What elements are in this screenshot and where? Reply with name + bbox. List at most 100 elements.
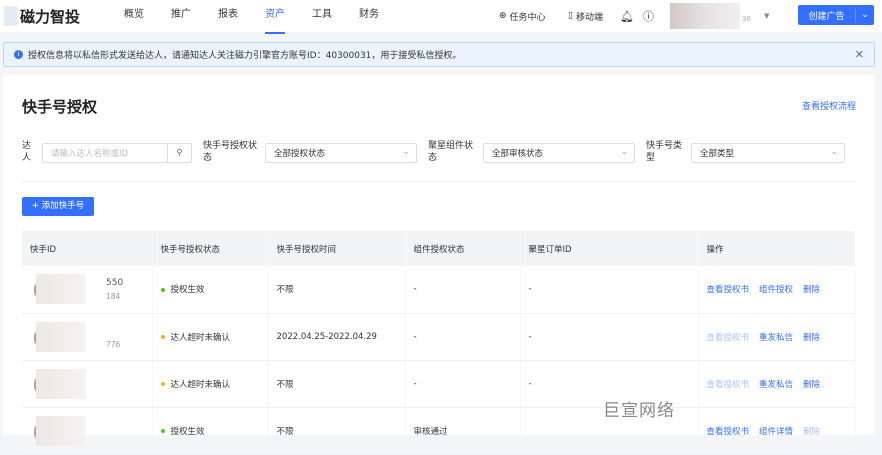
blurred-name: [36, 274, 86, 304]
nav-item[interactable]: 资产: [265, 0, 285, 34]
order-cell: -: [520, 266, 699, 314]
status-cell: 授权生效: [152, 266, 269, 314]
mobile-button[interactable]: ▯ 移动端: [568, 0, 603, 32]
nav-item[interactable]: 财务: [359, 0, 379, 32]
id-cell: 776: [22, 313, 153, 361]
component-cell: -: [405, 313, 521, 361]
nav-item[interactable]: 推广: [171, 0, 191, 32]
info-alert: i 授权信息将以私信形式发送给达人，请通知达人关注磁力引擎官方账号ID：4030…: [3, 42, 875, 67]
brand-logo[interactable]: 磁力智投: [20, 6, 80, 27]
id-sub: 184: [106, 292, 121, 301]
actions-cell: 查看授权书 重发私信 删除: [698, 360, 855, 408]
auth-status-select[interactable]: 全部授权状态 ⌄: [265, 143, 417, 163]
bell-icon[interactable]: 🔔︎: [620, 0, 634, 32]
component-status-label: 聚星组件状态: [428, 141, 474, 163]
action-link[interactable]: 组件授权: [759, 285, 793, 295]
table-row: 550 184 授权生效 不限 - - 查看授权书 组件授权 删除: [22, 266, 855, 314]
action-link[interactable]: 查看授权书: [707, 380, 750, 390]
component-cell: -: [405, 266, 521, 314]
action-link[interactable]: 查看授权书: [707, 427, 750, 437]
action-link[interactable]: 组件详情: [759, 427, 793, 437]
status-dot: [160, 287, 165, 292]
time-cell: 不限: [268, 360, 406, 408]
type-value: 全部类型: [700, 149, 735, 159]
status-cell: 授权生效: [152, 407, 269, 455]
user-avatar[interactable]: [670, 3, 740, 29]
table-header: 快手ID 快手号授权状态 快手号授权时间 组件授权状态 聚星订单ID 操作: [22, 231, 855, 266]
action-link[interactable]: 删除: [803, 333, 820, 343]
talent-search-input[interactable]: 请输入达人名称或ID ⚲: [42, 143, 192, 163]
action-link[interactable]: 删除: [803, 285, 820, 295]
auth-status-value: 全部授权状态: [274, 149, 326, 159]
column-header: 操作: [698, 231, 855, 266]
main-menu: 概览 推广 报表 资产 工具 财务: [124, 0, 406, 34]
user-name: 36: [742, 15, 751, 23]
column-header: 快手号授权时间: [268, 231, 406, 266]
info-icon: i: [14, 50, 23, 59]
nav-item[interactable]: 概览: [124, 0, 144, 32]
status-text: 达人超时未确认: [170, 379, 231, 390]
component-cell: 审核通过: [405, 407, 521, 455]
status-text: 授权生效: [170, 426, 205, 437]
nav-item[interactable]: 报表: [218, 0, 238, 32]
help-icon[interactable]: ⓘ: [643, 0, 654, 32]
table-row: 776 达人超时未确认 2022.04.25-2022.04.29 - - 查看…: [22, 313, 855, 361]
chevron-down-icon: ⌄: [830, 147, 838, 157]
blurred-name: [36, 415, 86, 446]
actions-cell: 查看授权书 组件详情 删除: [698, 407, 855, 455]
blurred-name: [36, 368, 86, 399]
component-status-select[interactable]: 全部审核状态 ⌄: [483, 143, 635, 163]
status-cell: 达人超时未确认: [152, 360, 269, 408]
order-cell: -: [520, 313, 699, 361]
action-link[interactable]: 删除: [803, 380, 820, 390]
action-link[interactable]: 删除: [803, 427, 820, 437]
time-cell: 不限: [268, 407, 406, 455]
talent-placeholder: 请输入达人名称或ID: [51, 149, 129, 159]
chevron-down-icon[interactable]: ⌄: [856, 10, 874, 20]
create-ad-label[interactable]: 创建广告: [798, 8, 856, 22]
table-row: 达人超时未确认 不限 - - 查看授权书 重发私信 删除: [22, 360, 855, 408]
alert-text: 授权信息将以私信形式发送给达人，请通知达人关注磁力引擎官方账号ID：403000…: [28, 51, 462, 61]
actions-cell: 查看授权书 重发私信 删除: [698, 313, 855, 361]
search-icon[interactable]: ⚲: [167, 144, 191, 162]
task-center-label: 任务中心: [509, 12, 546, 23]
auth-table: 快手ID 快手号授权状态 快手号授权时间 组件授权状态 聚星订单ID 操作 550 184 …: [22, 231, 855, 455]
add-kuaishou-button[interactable]: + 添加快手号: [22, 197, 94, 216]
divider: [22, 181, 856, 182]
talent-label: 达人: [22, 141, 32, 163]
type-select[interactable]: 全部类型 ⌄: [691, 143, 845, 163]
action-link[interactable]: 重发私信: [759, 333, 793, 343]
user-dropdown-icon[interactable]: ▼: [764, 0, 769, 32]
watermark: 巨宣网络: [603, 401, 675, 421]
status-dot: [160, 429, 165, 433]
nav-item[interactable]: 工具: [312, 0, 332, 32]
column-header: 聚星订单ID: [520, 231, 699, 266]
status-dot: [160, 382, 165, 386]
mobile-label: 移动端: [575, 12, 603, 23]
time-cell: 2022.04.25-2022.04.29: [268, 313, 406, 361]
column-header: 快手号授权状态: [152, 231, 269, 266]
id-sub: 776: [106, 339, 121, 349]
create-ad-button[interactable]: 创建广告 ⌄: [798, 5, 874, 25]
id-cell: [22, 407, 153, 455]
task-center-button[interactable]: ⊕ 任务中心: [499, 0, 546, 32]
status-text: 达人超时未确认: [170, 332, 231, 343]
column-header: 组件授权状态: [405, 231, 521, 266]
close-icon[interactable]: ✕: [855, 48, 864, 61]
action-link[interactable]: 重发私信: [759, 380, 793, 390]
view-flow-link[interactable]: 查看授权流程: [802, 99, 856, 112]
component-status-value: 全部审核状态: [492, 149, 544, 159]
time-cell: 不限: [268, 266, 406, 314]
chevron-down-icon: ⌄: [402, 147, 410, 157]
id-text: 550: [106, 278, 124, 288]
id-cell: 550 184: [22, 266, 153, 314]
page-title: 快手号授权: [22, 98, 98, 116]
id-cell: [22, 360, 153, 408]
status-dot: [160, 335, 165, 339]
column-header: 快手ID: [22, 231, 153, 266]
action-link[interactable]: 查看授权书: [707, 333, 750, 343]
type-label: 快手号类型: [646, 141, 683, 163]
status-cell: 达人超时未确认: [152, 313, 269, 361]
chevron-down-icon: ⌄: [620, 147, 628, 157]
action-link[interactable]: 查看授权书: [707, 285, 750, 295]
